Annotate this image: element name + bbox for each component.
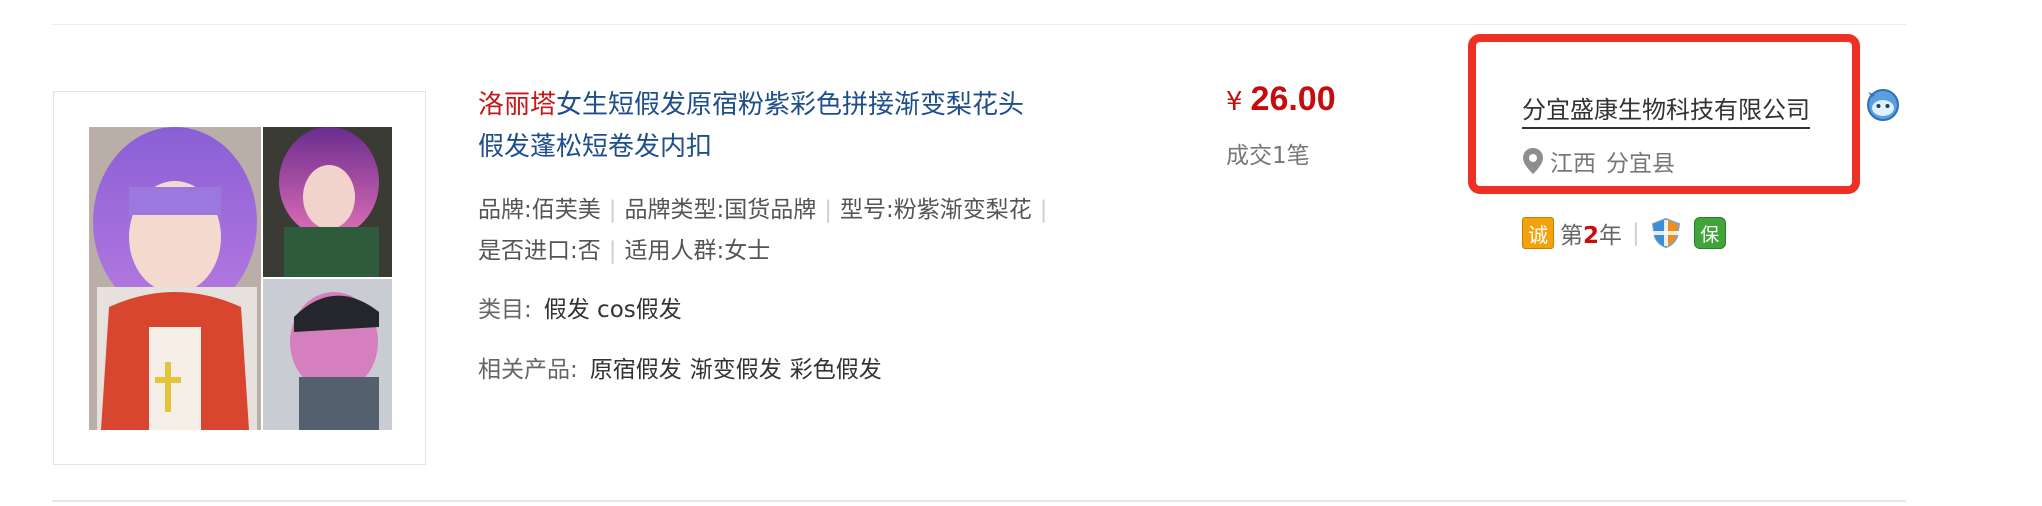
years-suffix: 年 [1599,223,1623,249]
years-prefix: 第 [1560,223,1583,249]
years-number: 2 [1583,223,1600,249]
currency-symbol: ¥ [1226,87,1243,117]
product-thumbnail-frame[interactable] [53,91,426,465]
attribute-audience: 适用人群:女士 [624,238,771,264]
attribute-imported: 是否进口:否 [478,238,601,264]
search-result-row: 洛丽塔女生短假发原宿粉紫彩色拼接渐变梨花头 假发蓬松短卷发内扣 品牌:佰芙美 | 品… [0,0,2042,506]
product-attributes: 品牌:佰芙美 | 品牌类型:国货品牌 | 型号:粉紫渐变梨花 | 是否进口:否 | 适用人群:… [478,190,1098,272]
badge-separator: | [1632,220,1640,246]
bottom-divider [52,500,1906,502]
top-divider [52,24,1906,25]
category-row: 类目: 假发 cos假发 [478,290,682,330]
related-label: 相关产品: [478,357,578,383]
related-products-row: 相关产品: 原宿假发 渐变假发 彩色假发 [478,350,882,390]
related-link[interactable]: 渐变假发 [690,357,782,383]
product-image[interactable] [89,127,392,430]
attribute-separator: | [1039,197,1048,223]
title-highlight: 洛丽塔 [478,90,557,120]
product-title-link[interactable]: 洛丽塔女生短假发原宿粉紫彩色拼接渐变梨花头 假发蓬松短卷发内扣 [478,84,1098,168]
shop-name-link[interactable]: 分宜盛康生物科技有限公司 [1522,90,1810,129]
membership-years: 第2年 [1560,216,1622,250]
attribute-brand-type: 品牌类型:国货品牌 [624,197,817,223]
related-link[interactable]: 彩色假发 [790,357,882,383]
title-line2: 假发蓬松短卷发内扣 [478,132,713,162]
attribute-model: 型号:粉紫渐变梨花 [840,197,1032,223]
map-pin-icon [1523,148,1543,174]
related-link[interactable]: 原宿假发 [590,357,682,383]
shop-location: 江西 分宜县 [1522,144,1675,178]
deal-count: 成交1笔 [1226,143,1310,169]
integrity-badge[interactable]: 诚 [1522,217,1554,249]
wangwang-chat-icon[interactable] [1866,88,1900,122]
shield-icon[interactable] [1650,217,1682,249]
category-link[interactable]: 假发 cos假发 [544,297,682,323]
location-city: 分宜县 [1606,151,1675,177]
attribute-brand: 品牌:佰芙美 [478,197,601,223]
attribute-separator: | [608,238,617,264]
shop-badges: 诚 第2年 | 保 [1522,216,1726,250]
price: ¥26.00 [1226,80,1336,119]
location-province: 江西 [1550,151,1596,177]
title-line1: 女生短假发原宿粉紫彩色拼接渐变梨花头 [556,90,1025,120]
price-amount: 26.00 [1250,80,1336,118]
attribute-separator: | [608,197,617,223]
category-label: 类目: [478,297,532,323]
guarantee-badge[interactable]: 保 [1693,217,1726,249]
attribute-separator: | [824,197,832,223]
